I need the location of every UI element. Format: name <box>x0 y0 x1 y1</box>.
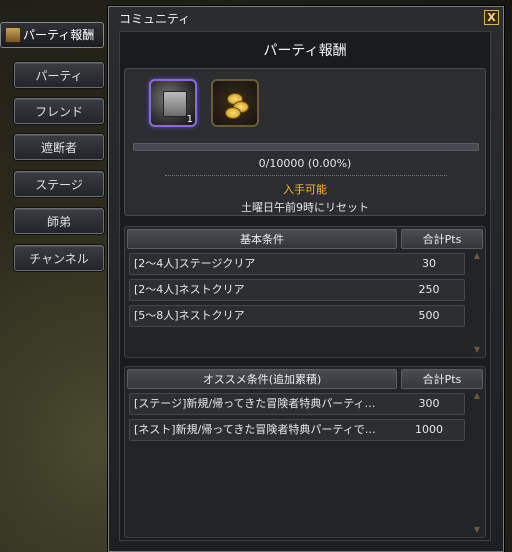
table-row[interactable]: [2～4人]ネストクリア 250 <box>129 279 465 301</box>
scroll-down-icon[interactable]: ▼ <box>471 345 483 355</box>
recommend-conditions-list: オススメ条件(追加累積) 合計Pts [ステージ]新規/帰ってきた冒険者特典パー… <box>124 366 486 538</box>
status-text: 入手可能 <box>283 183 327 196</box>
gold-coin-icon[interactable] <box>211 79 259 127</box>
tab-blocked[interactable]: 遮断者 <box>14 134 104 160</box>
tab-party[interactable]: パーティ <box>14 62 104 88</box>
basic-conditions-list: 基本条件 合計Pts [2～4人]ステージクリア 30 [2～4人]ネストクリア… <box>124 226 486 358</box>
tab-mentor[interactable]: 師弟 <box>14 208 104 234</box>
reset-text: 土曜日午前9時にリセット <box>241 201 369 214</box>
tab-friend[interactable]: フレンド <box>14 98 104 124</box>
recommend-header: オススメ条件(追加累積) <box>127 369 397 389</box>
tab-party-reward-label: パーティ報酬 <box>23 28 95 42</box>
progress-bar <box>133 143 479 151</box>
panel-title: パーティ報酬 <box>263 43 347 59</box>
community-window: コミュニティ X パーティ報酬 1 0/10000 (0.00%) 入手可能 土… <box>108 6 504 552</box>
progress-text: 0/10000 (0.00%) <box>258 157 352 170</box>
reward-chest-icon[interactable]: 1 <box>149 79 197 127</box>
book-icon <box>5 27 21 43</box>
coin-icon <box>225 107 241 119</box>
close-button[interactable]: X <box>484 10 499 25</box>
table-row[interactable]: [ステージ]新規/帰ってきた冒険者特典パーティ… 300 <box>129 393 465 415</box>
tab-channel[interactable]: チャンネル <box>14 245 104 271</box>
chest-icon <box>163 91 187 117</box>
scroll-up-icon[interactable]: ▲ <box>471 251 483 261</box>
recommend-pts-header: 合計Pts <box>401 369 483 389</box>
tab-stage[interactable]: ステージ <box>14 171 104 197</box>
reward-box: 1 0/10000 (0.00%) 入手可能 土曜日午前9時にリセット <box>124 68 486 216</box>
table-row[interactable]: [5～8人]ネストクリア 500 <box>129 305 465 327</box>
basic-pts-header: 合計Pts <box>401 229 483 249</box>
basic-header: 基本条件 <box>127 229 397 249</box>
scroll-up-icon[interactable]: ▲ <box>471 391 483 401</box>
reward-count: 1 <box>186 114 193 125</box>
scroll-down-icon[interactable]: ▼ <box>471 525 483 535</box>
table-row[interactable]: [ネスト]新規/帰ってきた冒険者特典パーティで… 1000 <box>129 419 465 441</box>
scrollbar[interactable]: ▲ ▼ <box>471 251 483 355</box>
window-title: コミュニティ <box>119 12 191 26</box>
scrollbar[interactable]: ▲ ▼ <box>471 391 483 535</box>
table-row[interactable]: [2～4人]ステージクリア 30 <box>129 253 465 275</box>
party-reward-panel: パーティ報酬 1 0/10000 (0.00%) 入手可能 土曜日午前9時にリセ… <box>119 31 491 541</box>
tab-party-reward[interactable]: パーティ報酬 <box>0 22 104 48</box>
divider <box>165 175 447 176</box>
